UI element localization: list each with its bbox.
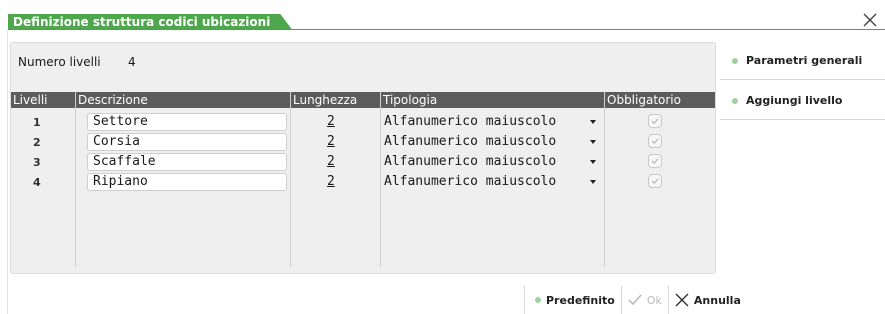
ok-label: Ok <box>646 293 662 307</box>
obbligatorio-checkbox[interactable] <box>648 134 662 148</box>
table-row: 2 Corsia 2 Alfanumerico maiuscolo <box>11 133 715 153</box>
parametri-generali-label: Parametri generali <box>746 54 863 67</box>
table-header: Livelli Descrizione Lunghezza Tipologia … <box>11 92 715 108</box>
close-button[interactable] <box>862 12 878 28</box>
close-icon <box>675 293 689 307</box>
header-lunghezza: Lunghezza <box>293 93 358 107</box>
obbligatorio-checkbox[interactable] <box>648 154 662 168</box>
tipologia-select[interactable]: Alfanumerico maiuscolo <box>382 153 598 171</box>
predefinito-label: Predefinito <box>546 293 615 307</box>
livello-cell: 2 <box>33 136 41 149</box>
livello-cell: 4 <box>33 176 41 189</box>
descrizione-input[interactable]: Scaffale <box>87 153 287 171</box>
check-icon <box>651 118 659 125</box>
chevron-down-icon <box>590 120 596 124</box>
header-obbligatorio: Obbligatorio <box>607 93 681 107</box>
chevron-down-icon <box>590 140 596 144</box>
num-livelli-label: Numero livelli <box>18 55 101 69</box>
descrizione-input[interactable]: Corsia <box>87 133 287 151</box>
descrizione-input[interactable]: Settore <box>87 113 287 131</box>
title-underline <box>8 29 885 30</box>
aggiungi-livello-label: Aggiungi livello <box>746 94 843 107</box>
lunghezza-input[interactable]: 2 <box>327 113 335 131</box>
check-icon <box>651 178 659 185</box>
close-icon <box>863 13 877 27</box>
lunghezza-input[interactable]: 2 <box>327 153 335 171</box>
num-livelli-field[interactable]: 4 <box>128 55 136 69</box>
ok-button[interactable]: Ok <box>620 286 668 314</box>
livello-cell: 3 <box>33 156 41 169</box>
lunghezza-input[interactable]: 2 <box>327 133 335 151</box>
bullet-icon <box>535 297 541 303</box>
lunghezza-input[interactable]: 2 <box>327 173 335 191</box>
check-icon <box>628 294 642 306</box>
aggiungi-livello-button[interactable]: Aggiungi livello <box>720 82 885 120</box>
predefinito-button[interactable]: Predefinito <box>524 286 621 314</box>
chevron-down-icon <box>590 160 596 164</box>
tipologia-value: Alfanumerico maiuscolo <box>384 154 557 169</box>
levels-panel: Numero livelli 4 Livelli Descrizione Lun… <box>10 42 716 274</box>
bottom-toolbar: Predefinito Ok Annulla <box>524 286 747 314</box>
obbligatorio-checkbox[interactable] <box>648 174 662 188</box>
descrizione-input[interactable]: Ripiano <box>87 173 287 191</box>
window-title: Definizione struttura codici ubicazioni <box>8 14 292 30</box>
window-left-border <box>7 30 8 314</box>
tipologia-value: Alfanumerico maiuscolo <box>384 114 557 129</box>
check-icon <box>651 158 659 165</box>
window: Definizione struttura codici ubicazioni … <box>0 0 885 314</box>
table-row: 3 Scaffale 2 Alfanumerico maiuscolo <box>11 153 715 173</box>
tipologia-select[interactable]: Alfanumerico maiuscolo <box>382 113 598 131</box>
header-descrizione: Descrizione <box>78 93 148 107</box>
chevron-down-icon <box>590 180 596 184</box>
header-livelli: Livelli <box>13 93 48 107</box>
tipologia-select[interactable]: Alfanumerico maiuscolo <box>382 133 598 151</box>
bullet-icon <box>732 98 738 104</box>
bullet-icon <box>732 58 738 64</box>
annulla-label: Annulla <box>693 293 741 307</box>
obbligatorio-checkbox[interactable] <box>648 114 662 128</box>
parametri-generali-button[interactable]: Parametri generali <box>720 42 885 80</box>
table-row: 1 Settore 2 Alfanumerico maiuscolo <box>11 113 715 133</box>
tipologia-select[interactable]: Alfanumerico maiuscolo <box>382 173 598 191</box>
livello-cell: 1 <box>33 116 41 129</box>
annulla-button[interactable]: Annulla <box>667 286 747 314</box>
tipologia-value: Alfanumerico maiuscolo <box>384 174 557 189</box>
header-tipologia: Tipologia <box>383 93 438 107</box>
check-icon <box>651 138 659 145</box>
tipologia-value: Alfanumerico maiuscolo <box>384 134 557 149</box>
table-row: 4 Ripiano 2 Alfanumerico maiuscolo <box>11 173 715 193</box>
